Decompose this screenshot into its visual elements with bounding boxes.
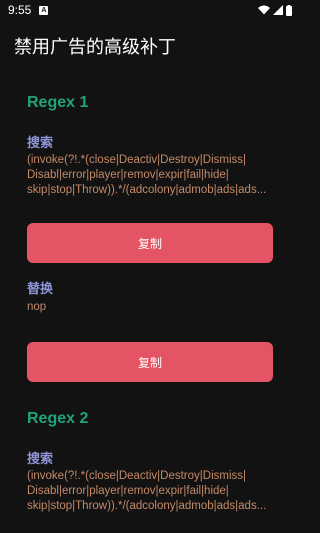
search-line: skip|stop|Throw)).*/(adcolony|admob|ads|…	[27, 500, 267, 512]
wifi-icon	[258, 5, 270, 15]
regex-title: Regex 2	[27, 410, 89, 427]
search-label: 搜索	[27, 451, 54, 466]
search-line: skip|stop|Throw)).*/(adcolony|admob|ads|…	[27, 184, 267, 196]
notification-icon: A	[39, 5, 49, 15]
copy-search-button[interactable]: 复制	[27, 223, 273, 263]
search-line: (invoke(?!.*(close|Deactiv|Destroy|Dismi…	[27, 470, 246, 482]
battery-icon	[286, 4, 292, 16]
replace-value: nop	[27, 301, 47, 313]
search-line: Disabl|error|player|remov|expir|fail|hid…	[27, 485, 229, 497]
status-bar: 9:55 A	[0, 0, 300, 20]
signal-icon	[273, 5, 283, 15]
search-value: (invoke(?!.*(close|Deactiv|Destroy|Dismi…	[27, 153, 273, 198]
status-icons	[258, 4, 292, 16]
search-line: Disabl|error|player|remov|expir|fail|hid…	[27, 169, 229, 181]
copy-replace-button[interactable]: 复制	[27, 342, 273, 382]
regex-title: Regex 1	[27, 94, 89, 111]
search-line: (invoke(?!.*(close|Deactiv|Destroy|Dismi…	[27, 154, 246, 166]
content: Regex 1 搜索 (invoke(?!.*(close|Deactiv|De…	[0, 72, 300, 514]
replace-label: 替换	[27, 281, 54, 296]
app-bar: 禁用广告的高级补丁	[0, 20, 300, 72]
status-time: 9:55	[8, 3, 32, 17]
search-value: (invoke(?!.*(close|Deactiv|Destroy|Dismi…	[27, 469, 273, 514]
replace-section: 替换 nop	[0, 263, 300, 315]
regex-block-2: Regex 2 搜索 (invoke(?!.*(close|Deactiv|De…	[0, 382, 300, 514]
page-title: 禁用广告的高级补丁	[14, 37, 176, 57]
search-label: 搜索	[27, 135, 54, 150]
regex-block-1: Regex 1 搜索 (invoke(?!.*(close|Deactiv|De…	[0, 72, 300, 198]
